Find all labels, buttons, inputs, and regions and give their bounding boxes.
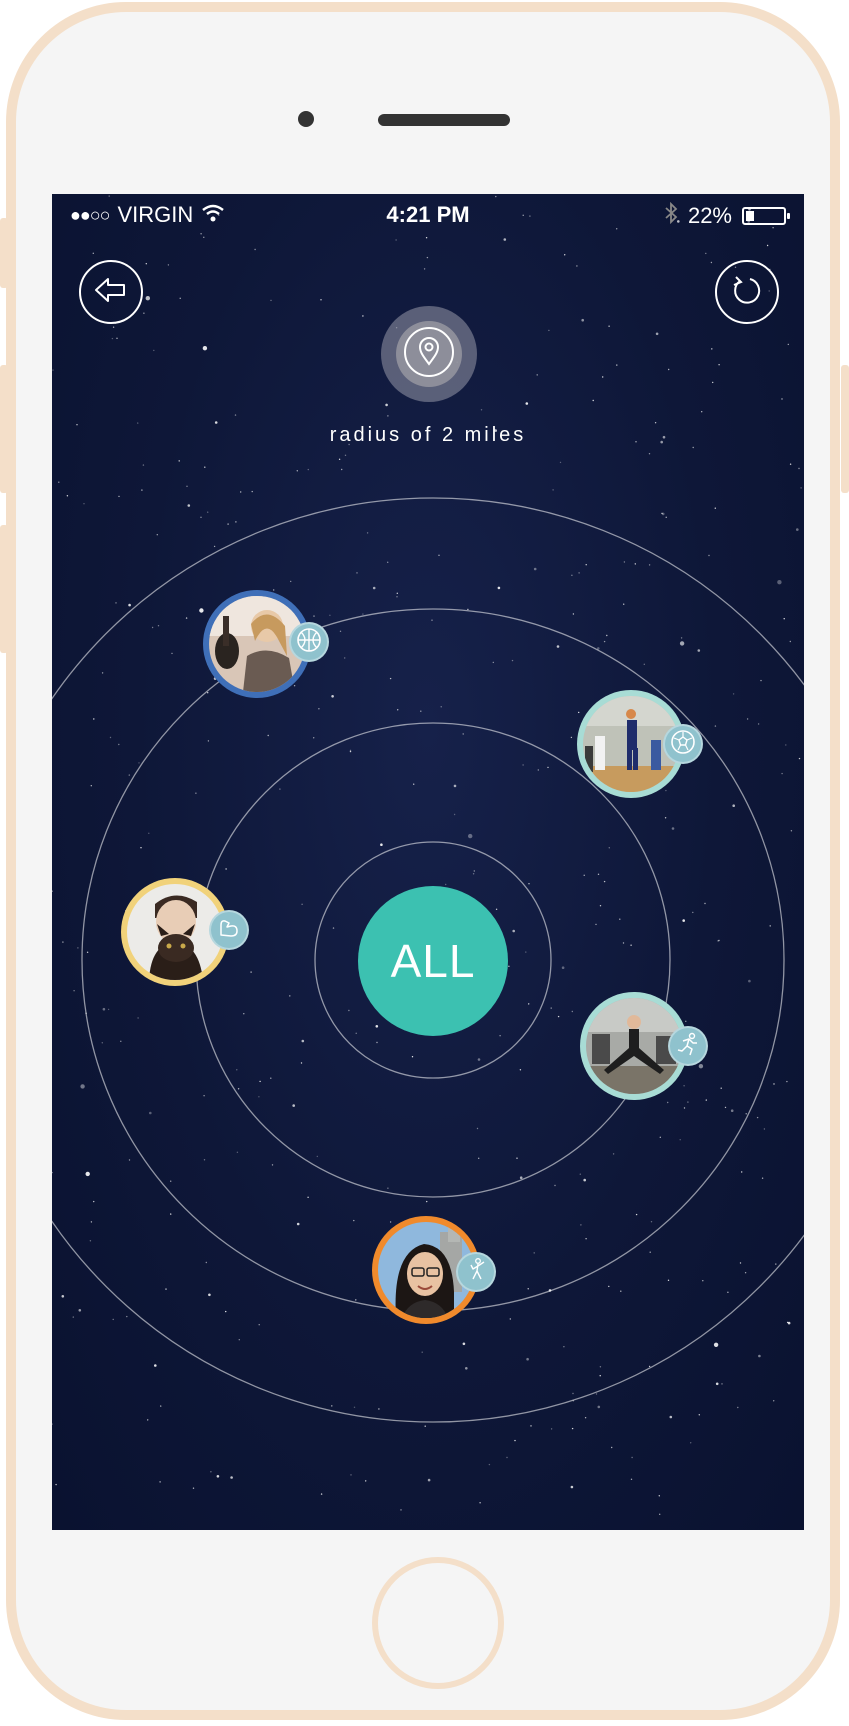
- user-bubble-cat[interactable]: [121, 878, 249, 986]
- location-button-inner: [396, 321, 462, 387]
- activity-badge: [209, 910, 249, 950]
- basketball-icon: [296, 627, 322, 658]
- earpiece-speaker: [378, 114, 510, 126]
- app-screen: ●●○○ VIRGIN 4:21 PM 22% radius of 2 mile…: [52, 194, 804, 1530]
- activity-badge: [289, 622, 329, 662]
- dancing-icon: [463, 1257, 489, 1288]
- user-bubble-gym[interactable]: [580, 992, 708, 1100]
- power-button: [841, 365, 849, 493]
- all-filter-button[interactable]: ALL: [358, 886, 508, 1036]
- mute-switch: [0, 218, 8, 288]
- muscle-icon: [216, 915, 242, 946]
- front-camera: [298, 111, 314, 127]
- location-button[interactable]: [381, 306, 477, 402]
- soccer-ball-icon: [670, 729, 696, 760]
- bluetooth-icon: [664, 201, 678, 230]
- running-icon: [675, 1031, 701, 1062]
- back-arrow-icon: [94, 276, 128, 309]
- battery-fill: [746, 211, 754, 221]
- refresh-icon: [730, 273, 764, 312]
- user-bubble-selfie[interactable]: [372, 1216, 496, 1324]
- all-filter-label: ALL: [390, 935, 476, 987]
- activity-badge: [663, 724, 703, 764]
- status-bar: ●●○○ VIRGIN 4:21 PM 22%: [52, 194, 804, 238]
- user-bubble-guitar[interactable]: [203, 590, 329, 698]
- activity-badge: [456, 1252, 496, 1292]
- location-pin-icon: [403, 326, 455, 383]
- refresh-button[interactable]: [715, 260, 779, 324]
- battery-icon: [742, 207, 790, 225]
- home-button[interactable]: [372, 1557, 504, 1689]
- volume-up-button: [0, 365, 8, 493]
- battery-percent: 22%: [687, 203, 732, 228]
- activity-badge: [668, 1026, 708, 1066]
- back-button[interactable]: [79, 260, 143, 324]
- user-bubble-basketball[interactable]: [577, 690, 703, 798]
- radius-label: radius of 2 miles: [329, 424, 527, 446]
- volume-down-button: [0, 525, 8, 653]
